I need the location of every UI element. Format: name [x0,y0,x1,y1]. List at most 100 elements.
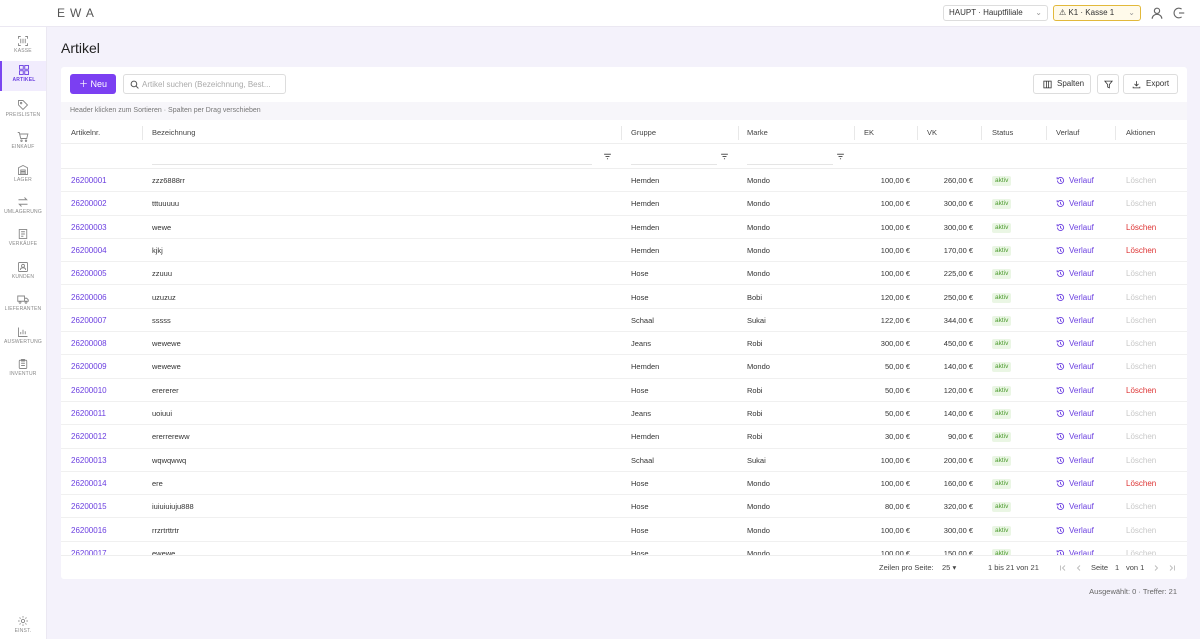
table-row[interactable]: 26200010 erererer Hose Robi 50,00 € 120,00 € a… [61,379,1187,402]
delete-button[interactable]: Löschen [1126,472,1156,495]
sidebar-item-artikel[interactable]: ARTIKEL [0,61,46,91]
column-header-artikelnr[interactable]: Artikelnr. [71,122,100,144]
sidebar-item-lieferanten[interactable]: LIEFERANTEN [0,290,46,320]
article-number-link[interactable]: 26200012 [71,425,107,448]
table-row[interactable]: 26200014 ere Hose Mondo 100,00 € 160,00 € akti… [61,472,1187,496]
article-number-link[interactable]: 26200014 [71,472,107,495]
table-row[interactable]: 26200009 wewewe Hemden Mondo 50,00 € 140,00 €… [61,355,1187,379]
sidebar-item-kasse[interactable]: KASSE [0,32,46,62]
table-row[interactable]: 26200005 zzuuu Hose Mondo 100,00 € 225,00 € ak… [61,262,1187,286]
column-header-status[interactable]: Status [992,122,1013,144]
delete-button[interactable]: Löschen [1126,425,1156,448]
delete-button[interactable]: Löschen [1126,286,1156,309]
sidebar-item-preislisten[interactable]: PREISLISTEN [0,96,46,126]
article-number-link[interactable]: 26200011 [71,402,106,425]
column-separator[interactable] [142,126,143,140]
sidebar-item-auswertung[interactable]: AUSWERTUNG [0,323,46,353]
filiale-select[interactable]: HAUPT · Hauptfiliale ⌄ [943,5,1048,21]
delete-button[interactable]: Löschen [1126,379,1156,402]
filter-icon[interactable] [603,152,612,161]
article-number-link[interactable]: 26200007 [71,309,107,332]
delete-button[interactable]: Löschen [1126,519,1156,542]
table-row[interactable]: 26200002 tttuuuuu Hemden Mondo 100,00 € 300,0… [61,192,1187,216]
table-row[interactable]: 26200015 iuiuiuiuju888 Hose Mondo 80,00 € 320… [61,495,1187,519]
marke-filter-input[interactable] [747,149,833,165]
search-input[interactable] [142,77,282,91]
sidebar-item-umlagerung[interactable]: UMLAGERUNG [0,193,46,223]
column-header-aktionen[interactable]: Aktionen [1126,122,1155,144]
column-separator[interactable] [854,126,855,140]
next-page-icon[interactable] [1152,564,1160,572]
gruppe-filter-input[interactable] [631,149,717,165]
table-row[interactable]: 26200004 kjkj Hemden Mondo 100,00 € 170,00 € a… [61,239,1187,263]
table-row[interactable]: 26200008 wewewe Jeans Robi 300,00 € 450,00 € a… [61,332,1187,356]
table-row[interactable]: 26200013 wqwqwwq Schaal Sukai 100,00 € 200,00… [61,449,1187,472]
table-row[interactable]: 26200012 ererrereww Hemden Robi 30,00 € 90,00… [61,425,1187,449]
sidebar-item-einstellungen[interactable]: EINST. [0,612,46,639]
column-separator[interactable] [1046,126,1047,140]
table-row[interactable]: 26200017 ewewe Hose Mondo 100,00 €150,00 € ak… [61,542,1187,555]
filter-button[interactable] [1097,74,1119,94]
filter-icon[interactable] [836,152,845,161]
table-row[interactable]: 26200016 rrzrtrttrtr Hose Mondo 100,00 € 300,… [61,519,1187,542]
column-separator[interactable] [621,126,622,140]
delete-button[interactable]: Löschen [1126,402,1156,425]
column-separator[interactable] [738,126,739,140]
article-number-link[interactable]: 26200017 [71,542,107,555]
delete-button[interactable]: Löschen [1126,449,1156,472]
article-number-link[interactable]: 26200001 [71,169,107,192]
article-number-link[interactable]: 26200006 [71,286,107,309]
kasse-select[interactable]: ⚠ K1 · Kasse 1 ⌄ [1053,5,1141,21]
article-number-link[interactable]: 26200013 [71,449,107,472]
delete-button[interactable]: Löschen [1126,332,1156,355]
export-button[interactable]: Export [1123,74,1178,94]
delete-button[interactable]: Löschen [1126,192,1156,215]
rows-per-page-select[interactable]: 25 ▾ [942,556,956,580]
sidebar-item-kunden[interactable]: KUNDEN [0,258,46,288]
filter-icon[interactable] [720,152,729,161]
user-icon[interactable] [1150,6,1164,20]
delete-button[interactable]: Löschen [1126,239,1156,262]
article-number-link[interactable]: 26200009 [71,355,107,378]
delete-button[interactable]: Löschen [1126,355,1156,378]
article-number-link[interactable]: 26200008 [71,332,107,355]
article-number-link[interactable]: 26200004 [71,239,107,262]
sidebar-item-lager[interactable]: LAGER [0,161,46,191]
delete-button[interactable]: Löschen [1126,262,1156,285]
bezeichnung-filter-input[interactable] [152,149,592,165]
columns-button[interactable]: Spalten [1033,74,1091,94]
sidebar-item-inventur[interactable]: INVENTUR [0,355,46,385]
article-number-link[interactable]: 26200015 [71,495,107,518]
table-row[interactable]: 26200007 sssss Schaal Sukai 122,00 € 344,00 €… [61,309,1187,333]
delete-button[interactable]: Löschen [1126,216,1156,239]
article-number-link[interactable]: 26200016 [71,519,107,542]
new-article-button[interactable]: ＋ Neu [70,74,116,94]
column-header-gruppe[interactable]: Gruppe [631,122,656,144]
sidebar-item-einkauf[interactable]: EINKAUF [0,128,46,158]
column-header-vk[interactable]: VK [927,122,937,144]
article-number-link[interactable]: 26200003 [71,216,107,239]
column-header-verlauf[interactable]: Verlauf [1056,122,1079,144]
sidebar-item-verkaeufe[interactable]: VERKÄUFE [0,225,46,255]
logout-icon[interactable] [1172,6,1186,20]
article-number-link[interactable]: 26200002 [71,192,107,215]
table-row[interactable]: 26200011 uoiuui Jeans Robi 50,00 € 140,00 € ak… [61,402,1187,426]
first-page-icon[interactable] [1059,564,1067,572]
table-row[interactable]: 26200006 uzuzuz Hose Bobi 120,00 € 250,00 € ak… [61,286,1187,309]
column-header-ek[interactable]: EK [864,122,874,144]
column-header-marke[interactable]: Marke [747,122,768,144]
column-separator[interactable] [917,126,918,140]
table-row[interactable]: 26200003 wewe Hemden Mondo 100,00 € 300,00 € a… [61,216,1187,239]
table-row[interactable]: 26200001 zzz6888rr Hemden Mondo 100,00 € 260,… [61,169,1187,193]
delete-button[interactable]: Löschen [1126,309,1156,332]
column-header-bezeichnung[interactable]: Bezeichnung [152,122,195,144]
column-separator[interactable] [981,126,982,140]
delete-button[interactable]: Löschen [1126,169,1156,192]
article-number-link[interactable]: 26200010 [71,379,107,402]
delete-button[interactable]: Löschen [1126,495,1156,518]
article-number-link[interactable]: 26200005 [71,262,107,285]
delete-button[interactable]: Löschen [1126,542,1156,555]
last-page-icon[interactable] [1168,564,1176,572]
page-number[interactable]: 1 [1115,556,1119,580]
previous-page-icon[interactable] [1075,564,1083,572]
